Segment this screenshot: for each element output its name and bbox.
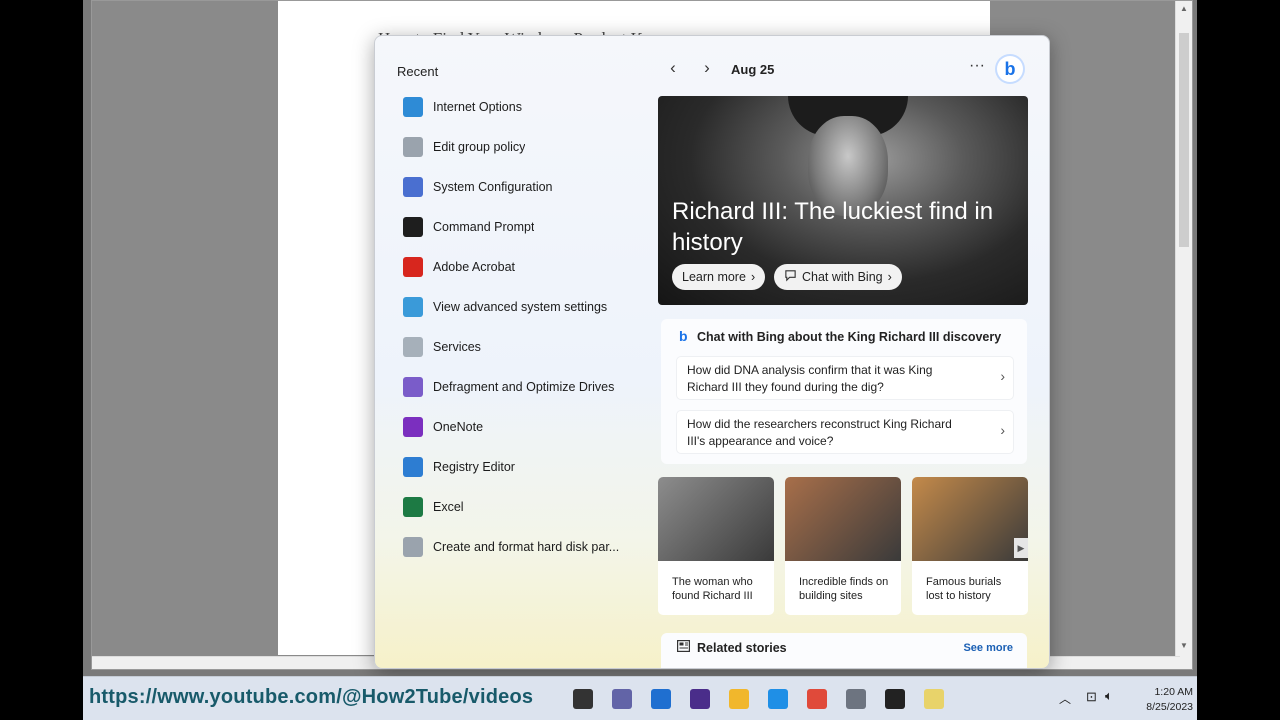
- see-more-link[interactable]: See more: [963, 642, 1013, 654]
- volume-icon[interactable]: 🔈︎: [1105, 688, 1113, 704]
- recent-item-label: View advanced system settings: [433, 300, 608, 314]
- adobe-acrobat-icon: [403, 257, 423, 277]
- desktop-screen: How to Find Your Windows Product Key ▲ ▼…: [83, 0, 1197, 720]
- system-settings-icon: [403, 297, 423, 317]
- recent-item-label: Services: [433, 340, 481, 354]
- chrome-icon[interactable]: [807, 689, 827, 709]
- recent-item-label: Internet Options: [433, 100, 522, 114]
- learn-more-button[interactable]: Learn more ›: [672, 264, 766, 290]
- group-policy-icon: [403, 137, 423, 157]
- recent-item[interactable]: Excel: [403, 489, 653, 525]
- onenote-icon: [403, 417, 423, 437]
- recent-item[interactable]: Create and format hard disk par...: [403, 529, 653, 565]
- story-card[interactable]: Famous burials lost to history: [912, 477, 1028, 615]
- next-day-button[interactable]: ›: [695, 56, 719, 80]
- recent-item[interactable]: Registry Editor: [403, 449, 653, 485]
- taskbar: https://www.youtube.com/@How2Tube/videos…: [83, 676, 1197, 720]
- chevron-right-icon: ›: [887, 270, 892, 284]
- scrollbar-thumb[interactable]: [1179, 33, 1189, 247]
- registry-editor-icon: [403, 457, 423, 477]
- suggested-question[interactable]: How did DNA analysis confirm that it was…: [676, 356, 1014, 400]
- story-card[interactable]: Incredible finds on building sites: [785, 477, 901, 615]
- chevron-right-icon: ›: [1000, 368, 1005, 384]
- recent-item-label: System Configuration: [433, 180, 553, 194]
- file-explorer-icon[interactable]: [729, 689, 749, 709]
- recent-item[interactable]: Internet Options: [403, 89, 653, 125]
- story-thumbnail: [912, 477, 1028, 561]
- suggested-question[interactable]: How did the researchers reconstruct King…: [676, 410, 1014, 454]
- question-text: How did the researchers reconstruct King…: [687, 417, 952, 448]
- related-stories-title: Related stories: [697, 641, 787, 655]
- search-flyout: Recent Internet Options Edit group policy…: [374, 35, 1050, 669]
- recent-item-label: Command Prompt: [433, 220, 535, 234]
- chat-bubble-icon: [784, 269, 797, 285]
- clock-date: 8/25/2023: [1146, 701, 1193, 713]
- recent-item-label: Create and format hard disk par...: [433, 540, 620, 554]
- recent-item[interactable]: Edit group policy: [403, 129, 653, 165]
- clock-time: 1:20 AM: [1154, 686, 1193, 698]
- recent-item[interactable]: Adobe Acrobat: [403, 249, 653, 285]
- hero-card[interactable]: Richard III: The luckiest find in histor…: [658, 96, 1028, 305]
- news-icon: [677, 640, 691, 655]
- terminal-icon[interactable]: [885, 689, 905, 709]
- disk-management-icon: [403, 537, 423, 557]
- previous-day-button[interactable]: ‹: [661, 56, 685, 80]
- vertical-scrollbar[interactable]: ▲ ▼: [1175, 1, 1192, 657]
- teams-chat-icon[interactable]: [612, 689, 632, 709]
- settings-icon[interactable]: [846, 689, 866, 709]
- clock[interactable]: 1:20 AM 8/25/2023: [1131, 685, 1193, 715]
- task-view-icon[interactable]: [573, 689, 593, 709]
- recent-item[interactable]: Command Prompt: [403, 209, 653, 245]
- chevron-right-icon: ›: [1000, 422, 1005, 438]
- defragment-icon: [403, 377, 423, 397]
- story-thumbnail: [658, 477, 774, 561]
- hero-title: Richard III: The luckiest find in histor…: [672, 198, 994, 256]
- excel-icon: [403, 497, 423, 517]
- services-icon: [403, 337, 423, 357]
- show-hidden-icons-icon[interactable]: ︿: [1059, 690, 1071, 707]
- more-options-button[interactable]: ···: [965, 56, 989, 80]
- recent-item[interactable]: OneNote: [403, 409, 653, 445]
- chat-card-title: Chat with Bing about the King Richard II…: [697, 330, 1002, 344]
- story-thumbnail: [785, 477, 901, 561]
- story-caption: Incredible finds on building sites: [799, 576, 889, 602]
- story-caption: The woman who found Richard III: [672, 576, 753, 602]
- activity-monitor-icon[interactable]: [768, 689, 788, 709]
- recent-item[interactable]: System Configuration: [403, 169, 653, 205]
- story-caption: Famous burials lost to history: [926, 576, 1002, 602]
- recent-item-label: Adobe Acrobat: [433, 260, 516, 274]
- media-player-icon[interactable]: [690, 689, 710, 709]
- chevron-right-icon: ›: [750, 270, 756, 284]
- related-stories-card: Related stories See more: [661, 633, 1027, 668]
- chat-with-bing-label: Chat with Bing: [802, 270, 883, 284]
- question-text: How did DNA analysis confirm that it was…: [687, 363, 933, 394]
- learn-more-label: Learn more: [682, 270, 746, 284]
- recent-item[interactable]: View advanced system settings: [403, 289, 653, 325]
- recent-item[interactable]: Defragment and Optimize Drives: [403, 369, 653, 405]
- command-prompt-icon: [403, 217, 423, 237]
- recent-item-label: Edit group policy: [433, 140, 526, 154]
- notepad-icon[interactable]: [924, 689, 944, 709]
- recent-item-label: Defragment and Optimize Drives: [433, 380, 615, 394]
- story-card[interactable]: The woman who found Richard III: [658, 477, 774, 615]
- microsoft-store-icon[interactable]: [651, 689, 671, 709]
- scroll-down-arrow-icon[interactable]: ▼: [1176, 641, 1192, 650]
- system-configuration-icon: [403, 177, 423, 197]
- recent-item[interactable]: Services: [403, 329, 653, 365]
- chat-with-bing-card: b Chat with Bing about the King Richard …: [661, 319, 1027, 464]
- recent-item-label: Registry Editor: [433, 460, 515, 474]
- stories-next-arrow-icon[interactable]: ▶: [1014, 538, 1028, 558]
- scroll-up-arrow-icon[interactable]: ▲: [1176, 4, 1192, 13]
- bing-icon: b: [679, 328, 688, 344]
- bing-button[interactable]: b: [997, 56, 1023, 82]
- recent-item-label: Excel: [433, 500, 464, 514]
- recent-item-label: OneNote: [433, 420, 484, 434]
- chat-with-bing-button[interactable]: Chat with Bing ›: [774, 264, 902, 290]
- recent-title: Recent: [397, 64, 439, 79]
- network-icon[interactable]: ⊡: [1086, 689, 1097, 705]
- date-label: Aug 25: [731, 62, 775, 77]
- internet-options-icon: [403, 97, 423, 117]
- watermark-url: https://www.youtube.com/@How2Tube/videos: [89, 686, 534, 708]
